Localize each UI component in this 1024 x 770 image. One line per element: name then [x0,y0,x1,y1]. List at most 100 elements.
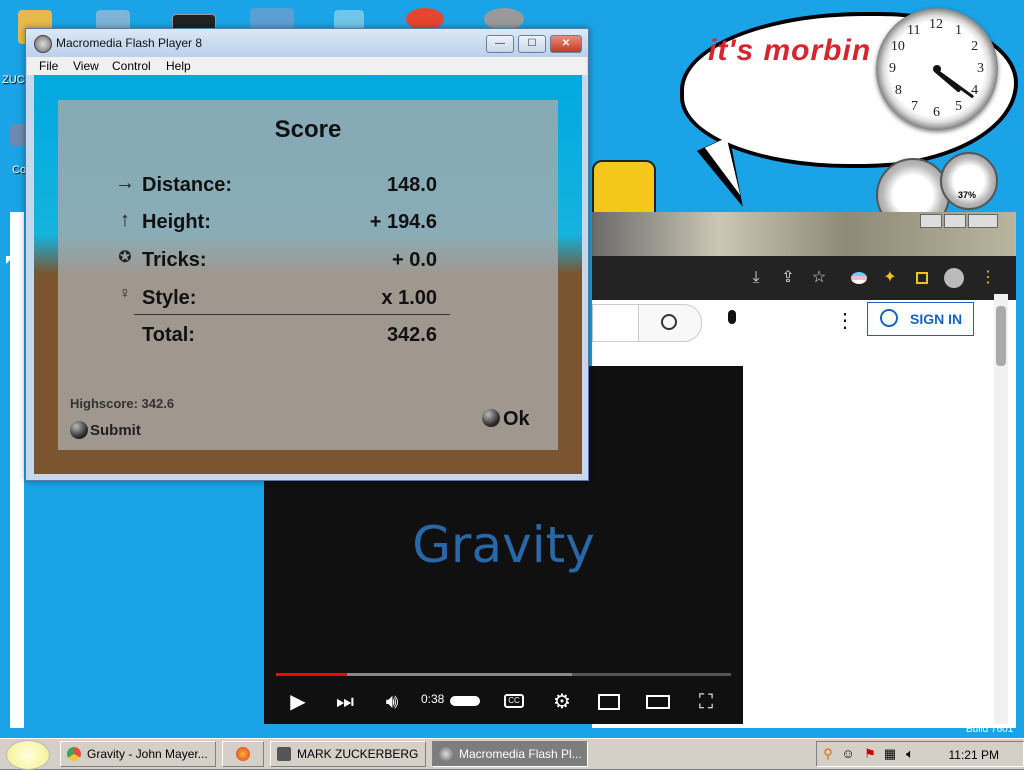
minimize-button[interactable] [920,214,942,228]
gear-icon[interactable] [484,8,524,30]
score-title: Score [274,116,342,143]
minimize-button[interactable]: — [486,35,514,53]
flash-app-icon [439,747,453,761]
cpu-meter-small-gadget[interactable]: 37% [940,152,998,210]
menu-view[interactable]: View [73,59,99,73]
diamond-icon[interactable] [334,10,364,30]
style-figure-icon: ♀ [119,285,131,302]
ok-button[interactable]: Ok [503,408,530,431]
menu-help[interactable]: Help [166,59,191,73]
game-canvas[interactable]: Score → Distance: 148.0 ↑ Height: + 194.… [34,75,582,474]
flash-player-window[interactable]: Macromedia Flash Player 8 — ☐ ✕ File Vie… [25,28,589,481]
style-label: Style: [142,287,197,309]
clock-center [933,65,941,73]
task-label: Gravity - John Mayer... [87,747,208,761]
background-window-edge [10,212,24,728]
distance-label: Distance: [142,174,233,196]
start-button[interactable] [6,740,50,770]
next-icon[interactable]: ⏭ [334,688,356,716]
weather-icon[interactable] [250,8,294,30]
progress-played [276,673,347,676]
taskbar-item-chrome[interactable]: Gravity - John Mayer... [60,741,216,767]
miniplayer-icon[interactable] [598,688,622,716]
play-icon[interactable]: ▶ [288,688,308,716]
download-icon[interactable]: ⤓ [746,268,766,288]
distance-value: 148.0 [386,174,437,196]
highscore-text: Highscore: 342.6 [70,396,175,411]
taskbar-item-firefox[interactable] [222,741,264,767]
search-input[interactable] [592,304,640,342]
clock-numeral: 6 [933,105,940,120]
fullscreen-icon[interactable]: ⛶ [694,688,718,716]
window-title: Macromedia Flash Player 8 [56,36,203,50]
search-button[interactable] [638,304,702,342]
system-time[interactable]: 11:21 PM [949,748,999,762]
task-label: Macromedia Flash Pl... [459,747,582,761]
submit-ball-icon[interactable] [70,421,88,439]
cpu-meter-label: 37% [958,190,977,200]
smiley-icon[interactable]: ☺ [841,747,855,761]
volume-icon[interactable]: 🔈︎ [903,747,917,761]
flag-icon[interactable] [849,268,869,288]
volume-slider[interactable] [450,696,480,706]
clock-gadget[interactable]: 12 1 2 3 4 5 6 7 8 9 10 11 [876,8,998,130]
more-options-icon[interactable]: ⋮ [835,308,855,333]
microphone-icon[interactable] [728,310,736,324]
taskbar-item-flash[interactable]: Macromedia Flash Pl... [432,741,588,767]
sign-in-label: SIGN IN [910,311,963,327]
progress-bar[interactable] [276,673,731,676]
page-scrollbar[interactable] [994,294,1008,724]
flash-app-icon [34,35,52,53]
clock-numeral: 9 [889,61,896,76]
clock-numeral: 4 [971,83,979,98]
image-icon [277,747,291,761]
volume-icon[interactable]: 🔊︎ [380,688,404,716]
style-value: x 1.00 [381,287,437,309]
taskbar-item-zuckerberg[interactable]: MARK ZUCKERBERG [270,741,426,767]
clock-numeral: 7 [911,99,918,115]
menu-file[interactable]: File [39,59,58,73]
total-label: Total: [142,324,195,346]
browser-toolbar: ⤓ ⇪ ☆ ✦ ⋮ [592,256,1016,300]
clock-minute-hand [935,69,975,99]
star-icon[interactable]: ☆ [809,268,829,288]
browser-titlebar[interactable] [592,212,1016,256]
tricks-label: Tricks: [142,249,207,271]
theater-icon[interactable] [646,688,672,716]
firefox-icon [236,747,250,761]
close-button[interactable] [968,214,998,228]
sidebar-icon[interactable] [912,268,932,288]
submit-button[interactable]: Submit [90,422,141,439]
search-icon [661,314,677,330]
network-icon[interactable]: ▦ [883,747,897,761]
app-icon[interactable] [406,8,444,30]
clock-numeral: 8 [894,83,902,98]
mouse-cursor-icon [6,256,14,264]
flash-titlebar[interactable]: Macromedia Flash Player 8 — ☐ ✕ [26,29,588,57]
maximize-button[interactable] [944,214,966,228]
kebab-icon[interactable]: ⋮ [978,268,998,288]
bubble-text: it's morbin [708,34,872,67]
chrome-icon [67,747,81,761]
menu-control[interactable]: Control [112,59,151,73]
sign-in-button[interactable]: SIGN IN [867,302,974,336]
extensions-icon[interactable]: ✦ [880,268,900,288]
clock-numeral: 3 [977,61,984,76]
score-panel: Score → Distance: 148.0 ↑ Height: + 194.… [58,100,558,450]
settings-icon[interactable]: ⚙ [550,688,574,716]
total-value: 342.6 [386,324,437,346]
clock-numeral: 1 [955,22,962,38]
search-icon[interactable]: ⚲ [821,747,835,761]
flag-icon[interactable]: ⚑ [863,747,877,761]
maximize-button[interactable]: ☐ [518,35,546,53]
captions-icon[interactable]: CC [502,688,528,716]
profile-icon[interactable] [944,268,964,288]
ok-ball-icon[interactable] [482,409,500,427]
distance-arrow-icon: → [115,172,135,194]
account-icon [880,309,898,327]
build-watermark: Build 7601 [966,724,1014,735]
share-icon[interactable]: ⇪ [778,268,798,288]
scrollbar-thumb[interactable] [996,306,1006,366]
close-button[interactable]: ✕ [550,35,582,53]
menu-bar: File View Control Help [27,57,587,75]
